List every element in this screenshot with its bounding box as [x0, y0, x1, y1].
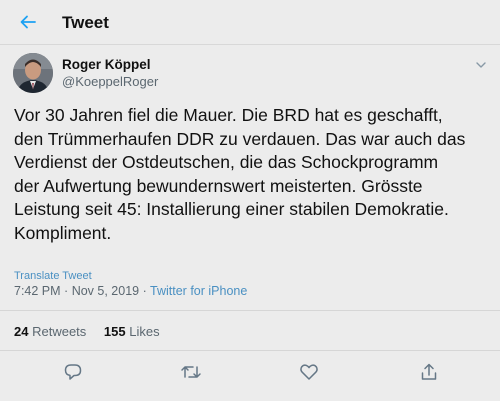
like-icon	[300, 364, 318, 380]
tweet-stats: 24 Retweets 155 Likes	[14, 324, 160, 339]
likes-label: Likes	[129, 324, 160, 339]
meta-separator: ·	[64, 284, 69, 298]
like-button[interactable]	[298, 361, 320, 383]
back-arrow-icon	[20, 15, 36, 29]
more-options-button[interactable]	[474, 58, 488, 72]
tweet-text-line: der Aufwertung bewundernswert meisterten…	[14, 175, 423, 196]
likes-stat[interactable]: 155 Likes	[104, 324, 160, 339]
retweet-icon	[181, 366, 201, 378]
divider	[0, 350, 500, 351]
tweet-text-line: Kompliment.	[14, 222, 112, 243]
likes-count: 155	[103, 324, 126, 339]
retweets-stat[interactable]: 24 Retweets	[14, 324, 90, 339]
reply-icon	[64, 364, 82, 380]
header-bar: Tweet	[0, 0, 500, 45]
reply-button[interactable]	[62, 361, 84, 383]
avatar[interactable]	[13, 53, 53, 93]
tweet-text: Vor 30 Jahren fiel die Mauer. Die BRD ha…	[14, 104, 490, 245]
tweet-text-line: Vor 30 Jahren fiel die Mauer. Die BRD ha…	[14, 105, 443, 125]
share-button[interactable]	[418, 361, 440, 383]
tweet-date[interactable]: Nov 5, 2019	[72, 284, 139, 298]
retweet-button[interactable]	[180, 361, 202, 383]
share-icon	[421, 363, 437, 380]
back-button[interactable]	[14, 8, 42, 36]
tweet-text-line: Verdienst der Ostdeutschen, die das Scho…	[14, 152, 439, 172]
retweets-count: 24	[14, 324, 29, 339]
meta-separator: ·	[142, 284, 147, 298]
avatar-image	[13, 53, 53, 93]
retweets-label: Retweets	[32, 324, 87, 339]
translate-tweet-link[interactable]: Translate Tweet	[14, 270, 92, 282]
divider	[0, 310, 500, 311]
tweet-text-line: den Trümmerhaufen DDR zu verdauen. Das w…	[14, 128, 466, 149]
page-title: Tweet	[62, 13, 109, 32]
author-handle[interactable]: @KoeppelRoger	[62, 74, 158, 89]
tweet-time[interactable]: 7:42 PM	[14, 284, 61, 298]
tweet-source-link[interactable]: Twitter for iPhone	[150, 284, 247, 298]
author-name[interactable]: Roger Köppel	[62, 57, 151, 72]
chevron-down-icon	[476, 62, 486, 68]
tweet-meta: 7:42 PM · Nov 5, 2019 · Twitter for iPho…	[14, 284, 247, 298]
tweet-page: Tweet Roger Köppel @KoeppelRoger Vor 30 …	[0, 0, 500, 401]
tweet-text-line: Leistung seit 45: Installierung einer st…	[14, 199, 449, 219]
